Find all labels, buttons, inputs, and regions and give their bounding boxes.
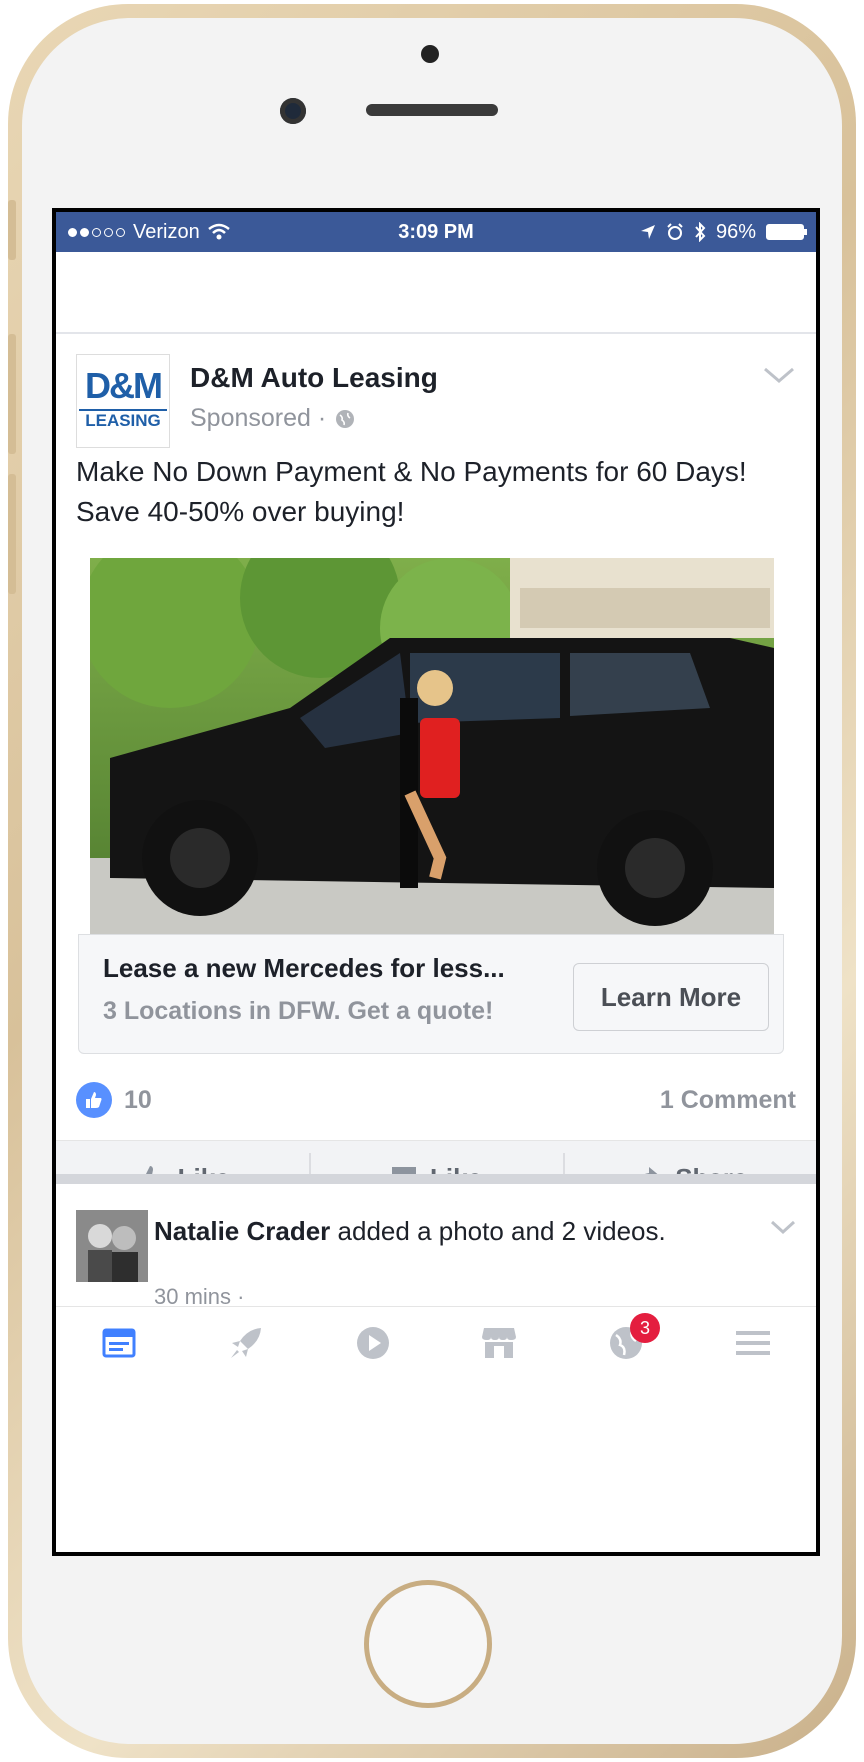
post-text: Make No Down Payment & No Payments for 6… (76, 456, 747, 527)
story-chevron-down-icon[interactable] (770, 1218, 796, 1236)
story-headline: Natalie Crader added a photo and 2 video… (154, 1214, 714, 1248)
sponsored-label: Sponsored · (190, 404, 356, 433)
reaction-summary[interactable]: 10 1 Comment (76, 1082, 796, 1122)
marketplace-icon (482, 1328, 517, 1358)
like-reaction-icon (76, 1082, 112, 1118)
tab-video[interactable] (345, 1315, 401, 1371)
rocket-icon (230, 1328, 261, 1358)
home-button[interactable] (364, 1580, 492, 1708)
proximity-sensor (421, 45, 439, 63)
ad-headline: Lease a new Mercedes for less... (103, 953, 505, 983)
avatar-photo (76, 1210, 148, 1282)
feed-top-spacer (56, 252, 816, 334)
hamburger-menu-icon (735, 1331, 770, 1355)
bluetooth-icon (695, 222, 706, 242)
mute-switch (8, 200, 16, 260)
tab-marketplace[interactable] (471, 1315, 527, 1371)
battery-icon (766, 224, 807, 240)
learn-more-button[interactable]: Learn More (573, 963, 769, 1031)
ad-photo[interactable] (90, 558, 774, 934)
avatar[interactable] (76, 1210, 148, 1282)
page-name-link[interactable]: D&M Auto Leasing (190, 362, 438, 394)
logo-text: D&M (85, 365, 163, 406)
status-right: 96% (640, 220, 807, 244)
volume-down-button (8, 474, 16, 594)
chevron-down-icon[interactable] (762, 364, 796, 386)
battery-percent: 96% (715, 220, 756, 243)
tab-notifications[interactable]: 3 (598, 1313, 660, 1371)
location-arrow-icon (640, 225, 655, 239)
sponsored-text: Sponsored · (190, 404, 327, 432)
comment-count-link[interactable]: 1 Comment (660, 1086, 796, 1115)
feed-story: Natalie Crader added a photo and 2 video… (56, 1184, 816, 1314)
alarm-icon (667, 223, 683, 240)
tab-menu[interactable] (725, 1315, 781, 1371)
bottom-tab-bar: 3 (56, 1306, 816, 1379)
phone-screen: Verizon 3:09 PM 96% D&M LEASING D&M Auto… (52, 208, 820, 1556)
earpiece-speaker (366, 104, 498, 116)
notification-badge: 3 (629, 1313, 660, 1343)
globe-icon (336, 409, 355, 428)
ad-link-card[interactable]: Lease a new Mercedes for less... 3 Locat… (78, 934, 784, 1054)
volume-up-button (8, 334, 16, 454)
logo-subtext: LEASING (79, 409, 167, 431)
ad-description: 3 Locations in DFW. Get a quote! (103, 997, 494, 1025)
page-logo[interactable]: D&M LEASING (76, 354, 170, 448)
status-bar: Verizon 3:09 PM 96% (56, 212, 816, 252)
play-icon (356, 1327, 389, 1359)
front-camera (280, 98, 306, 124)
post-header: D&M LEASING D&M Auto Leasing Sponsored · (76, 354, 796, 448)
news-feed-icon (102, 1328, 136, 1358)
tab-explore[interactable] (218, 1315, 274, 1371)
story-author-link[interactable]: Natalie Crader (154, 1216, 330, 1246)
story-action-text: added a photo and 2 videos. (337, 1216, 666, 1246)
feed-separator (56, 1174, 816, 1184)
suv-photo-graphic (90, 558, 774, 934)
tab-news-feed[interactable] (91, 1315, 147, 1371)
like-count: 10 (124, 1086, 152, 1114)
